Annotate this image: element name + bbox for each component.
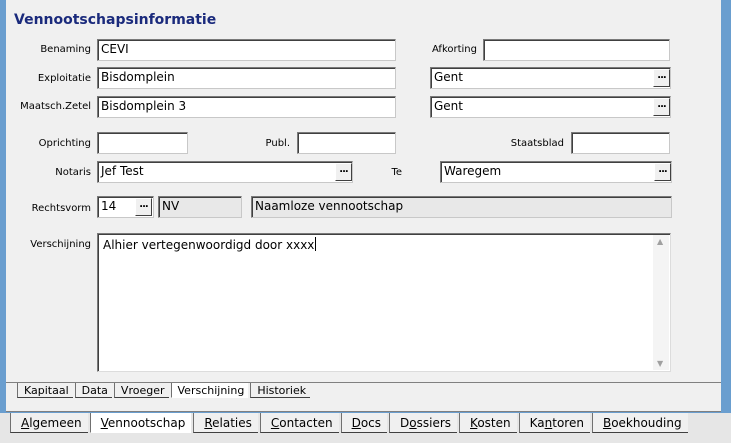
label-zetel: Maatsch.Zetel bbox=[20, 101, 91, 112]
rechtsvorm-lookup-button[interactable]: ... bbox=[135, 198, 152, 216]
page-title: Vennootschapsinformatie bbox=[14, 12, 217, 28]
label-staatsblad: Staatsblad bbox=[510, 138, 564, 149]
zetel-city-lookup-button[interactable]: ... bbox=[653, 98, 670, 116]
label-te: Te bbox=[391, 167, 402, 178]
label-benaming: Benaming bbox=[40, 44, 91, 55]
notaris-field[interactable]: Jef Test bbox=[97, 161, 353, 183]
exploitatie-input[interactable]: Bisdomplein bbox=[97, 67, 396, 89]
label-exploitatie: Exploitatie bbox=[37, 73, 91, 84]
notaris-lookup-button[interactable]: ... bbox=[335, 163, 352, 181]
subtab-data[interactable]: Data bbox=[74, 383, 112, 398]
tab-vennootschap[interactable]: Vennootschap bbox=[89, 413, 192, 433]
rechtsvorm-abbreviation: NV bbox=[158, 196, 242, 218]
tab-contacten[interactable]: Contacten bbox=[259, 413, 339, 433]
tab-kosten[interactable]: Kosten bbox=[459, 413, 517, 433]
verschijning-scrollbar[interactable]: ▲ ▼ bbox=[653, 235, 669, 370]
label-rechtsvorm: Rechtsvorm bbox=[31, 203, 91, 214]
verschijning-text: Alhier vertegenwoordigd door xxxx bbox=[103, 238, 315, 252]
afkorting-input[interactable] bbox=[483, 39, 670, 61]
zetel-input[interactable]: Bisdomplein 3 bbox=[97, 96, 396, 118]
subtab-historiek[interactable]: Historiek bbox=[250, 383, 311, 398]
tab-kantoren[interactable]: Kantoren bbox=[518, 413, 590, 433]
label-verschijning: Verschijning bbox=[30, 239, 91, 250]
maintab-divider bbox=[6, 411, 721, 412]
publ-input[interactable] bbox=[297, 132, 396, 154]
benaming-input[interactable]: CEVI bbox=[97, 39, 396, 61]
te-city-field[interactable]: Waregem bbox=[440, 161, 672, 183]
tab-docs[interactable]: Docs bbox=[340, 413, 388, 433]
tab-relaties[interactable]: Relaties bbox=[193, 413, 258, 433]
scroll-up-arrow-icon[interactable]: ▲ bbox=[657, 237, 663, 246]
subtab-verschijning[interactable]: Verschijning bbox=[170, 383, 249, 398]
exploitatie-city-field[interactable]: Gent bbox=[430, 67, 671, 89]
staatsblad-input[interactable] bbox=[571, 132, 670, 154]
label-oprichting: Oprichting bbox=[38, 138, 91, 149]
text-caret bbox=[315, 237, 317, 251]
label-notaris: Notaris bbox=[55, 167, 91, 178]
subtab-vroeger[interactable]: Vroeger bbox=[113, 383, 169, 398]
label-publ: Publ. bbox=[265, 138, 291, 149]
tab-dossiers[interactable]: Dossiers bbox=[389, 413, 458, 433]
verschijning-textarea[interactable]: Alhier vertegenwoordigd door xxxx ▲ ▼ bbox=[97, 233, 671, 372]
subtab-kapitaal[interactable]: Kapitaal bbox=[17, 383, 73, 398]
main-tab-bar: Algemeen Vennootschap Relaties Contacten Doc… bbox=[10, 413, 690, 435]
rechtsvorm-description: Naamloze vennootschap bbox=[251, 196, 672, 218]
zetel-city-field[interactable]: Gent bbox=[430, 96, 671, 118]
label-afkorting: Afkorting bbox=[431, 44, 477, 55]
te-city-lookup-button[interactable]: ... bbox=[654, 163, 671, 181]
exploitatie-city-lookup-button[interactable]: ... bbox=[653, 69, 670, 87]
tab-algemeen[interactable]: Algemeen bbox=[10, 413, 88, 433]
scroll-down-arrow-icon[interactable]: ▼ bbox=[657, 359, 663, 368]
tab-boekhouding[interactable]: Boekhouding bbox=[591, 413, 688, 433]
oprichting-input[interactable] bbox=[97, 132, 188, 154]
subtab-bar: Kapitaal Data Vroeger Verschijning Historiek bbox=[17, 383, 312, 401]
